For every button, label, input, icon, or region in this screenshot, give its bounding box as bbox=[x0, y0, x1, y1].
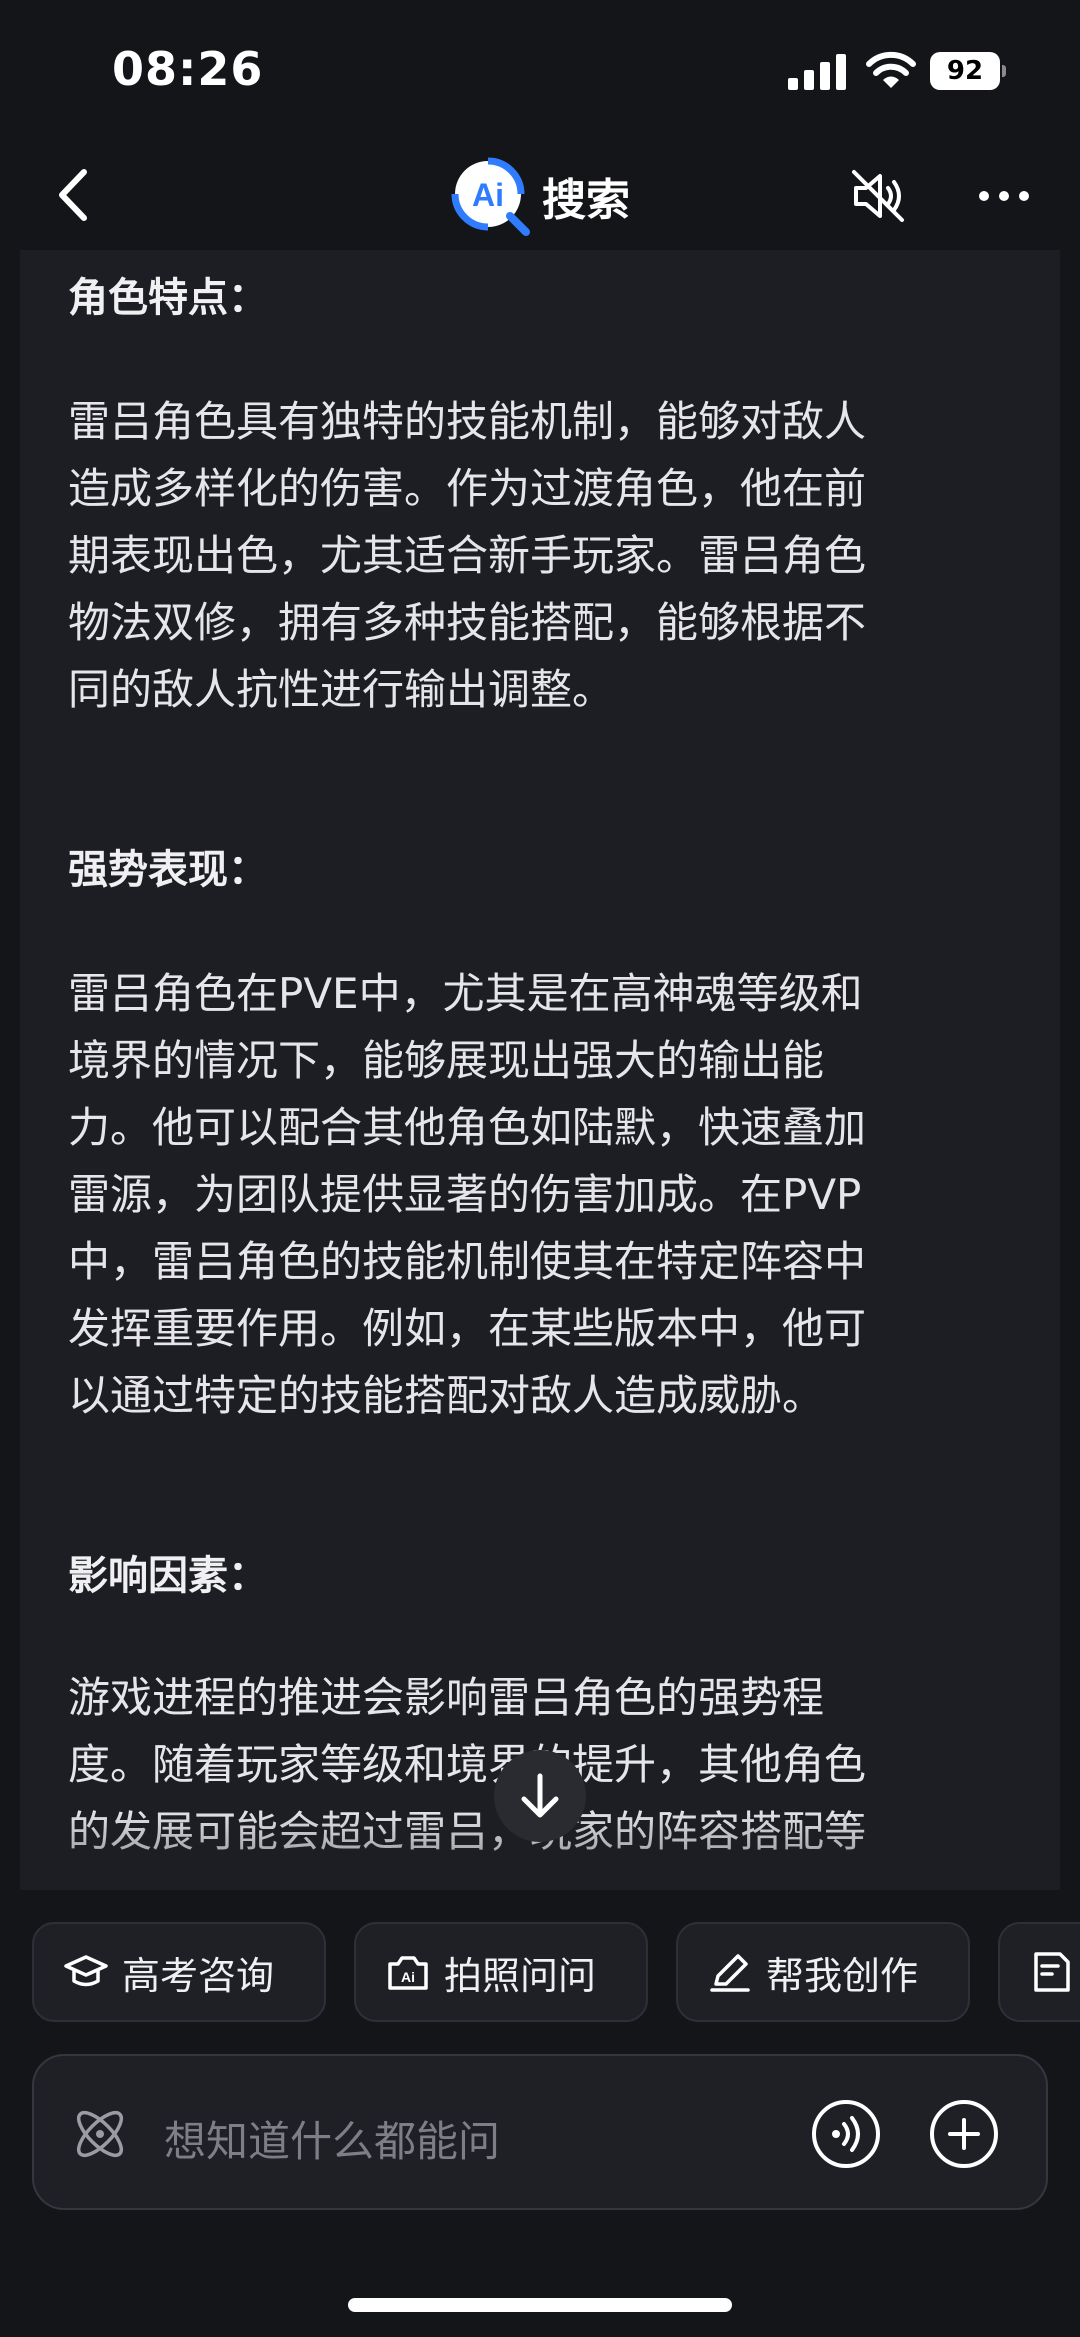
section-paragraph: 雷吕角色具有独特的技能机制，能够对敌人 造成多样化的伤害。作为过渡角色，他在前 … bbox=[68, 388, 1008, 723]
paragraph-line: 境界的情况下，能够展现出强大的输出能 bbox=[68, 1036, 825, 1085]
nav-title: 搜索 bbox=[542, 175, 630, 226]
quick-action-label: 拍照问问 bbox=[444, 1953, 597, 1998]
paragraph-line: 期表现出色，尤其适合新手玩家。雷吕角色 bbox=[68, 531, 867, 580]
paragraph-line: 同的敌人抗性进行输出调整。 bbox=[68, 665, 615, 714]
battery-level: 92 bbox=[930, 52, 1000, 90]
ask-input-bar[interactable]: 想知道什么都能问 bbox=[32, 2054, 1048, 2210]
section-title: 影响因素： bbox=[68, 1553, 268, 1599]
arrow-down-icon bbox=[521, 1773, 559, 1818]
graduation-cap-icon bbox=[64, 1955, 108, 1987]
ai-search-logo: Ai 搜索 bbox=[448, 154, 630, 238]
section-title: 强势表现： bbox=[68, 847, 268, 893]
pen-icon bbox=[710, 1954, 750, 1992]
ask-input-placeholder[interactable]: 想知道什么都能问 bbox=[164, 2108, 500, 2169]
paragraph-line: 发挥重要作用。例如，在某些版本中，他可 bbox=[68, 1304, 867, 1353]
quick-action-gaokao[interactable]: 高考咨询 bbox=[32, 1922, 326, 2022]
speaker-muted-icon[interactable] bbox=[846, 164, 910, 228]
wifi-icon bbox=[866, 51, 916, 88]
home-indicator[interactable] bbox=[348, 2298, 732, 2312]
voice-icon[interactable] bbox=[810, 2098, 882, 2170]
quick-action-bar: 高考咨询 Ai 拍照问问 帮我创作 bbox=[0, 1922, 1080, 2022]
screen: 08:26 92 Ai 搜索 角色特点： 雷吕角色具有独特的技能机制，能够对敌人… bbox=[0, 0, 1080, 2337]
paragraph-line: 雷源，为团队提供显著的伤害加成。在PVP bbox=[68, 1170, 862, 1219]
battery-icon: 92 bbox=[930, 52, 1006, 90]
chevron-left-icon[interactable] bbox=[44, 162, 104, 228]
signal-icon bbox=[788, 54, 846, 90]
plus-circle-icon[interactable] bbox=[928, 2098, 1000, 2170]
atom-icon[interactable] bbox=[68, 2102, 132, 2166]
quick-action-more[interactable] bbox=[998, 1922, 1080, 2022]
ai-logo-icon: Ai bbox=[451, 157, 530, 236]
paragraph-line: 游戏进程的推进会影响雷吕角色的强势程 bbox=[68, 1673, 825, 1722]
quick-action-create[interactable]: 帮我创作 bbox=[676, 1922, 970, 2022]
paragraph-line: 中，雷吕角色的技能机制使其在特定阵容中 bbox=[68, 1237, 867, 1286]
section-title: 角色特点： bbox=[68, 275, 268, 321]
paragraph-line: 造成多样化的伤害。作为过渡角色，他在前 bbox=[68, 464, 867, 513]
paragraph-line: 力。他可以配合其他角色如陆默，快速叠加 bbox=[68, 1103, 867, 1152]
paragraph-line: 物法双修，拥有多种技能搭配，能够根据不 bbox=[68, 598, 867, 647]
status-bar: 08:26 92 bbox=[0, 0, 1080, 140]
nav-bar: Ai 搜索 bbox=[0, 140, 1080, 250]
paragraph-line: 雷吕角色具有独特的技能机制，能够对敌人 bbox=[68, 397, 867, 446]
quick-action-photo[interactable]: Ai 拍照问问 bbox=[354, 1922, 648, 2022]
answer-card: 角色特点： 雷吕角色具有独特的技能机制，能够对敌人 造成多样化的伤害。作为过渡角… bbox=[20, 250, 1060, 1890]
status-time: 08:26 bbox=[112, 42, 264, 96]
camera-ai-text: Ai bbox=[401, 1969, 415, 1985]
section-paragraph: 雷吕角色在PVE中，尤其是在高神魂等级和 境界的情况下，能够展现出强大的输出能 … bbox=[68, 960, 1008, 1429]
paragraph-line: 雷吕角色在PVE中，尤其是在高神魂等级和 bbox=[68, 969, 863, 1018]
quick-action-label: 帮我创作 bbox=[766, 1953, 919, 1998]
paragraph-line: 以通过特定的技能搭配对敌人造成威胁。 bbox=[68, 1371, 825, 1420]
logo-mark-text: Ai bbox=[472, 177, 504, 213]
more-dots-icon[interactable] bbox=[972, 164, 1036, 228]
quick-action-label: 高考咨询 bbox=[122, 1953, 275, 1998]
battery-tip bbox=[1002, 65, 1006, 77]
document-ai-icon bbox=[1034, 1952, 1070, 1992]
scroll-to-bottom-button[interactable] bbox=[494, 1750, 586, 1842]
camera-ai-icon: Ai bbox=[388, 1956, 428, 1990]
